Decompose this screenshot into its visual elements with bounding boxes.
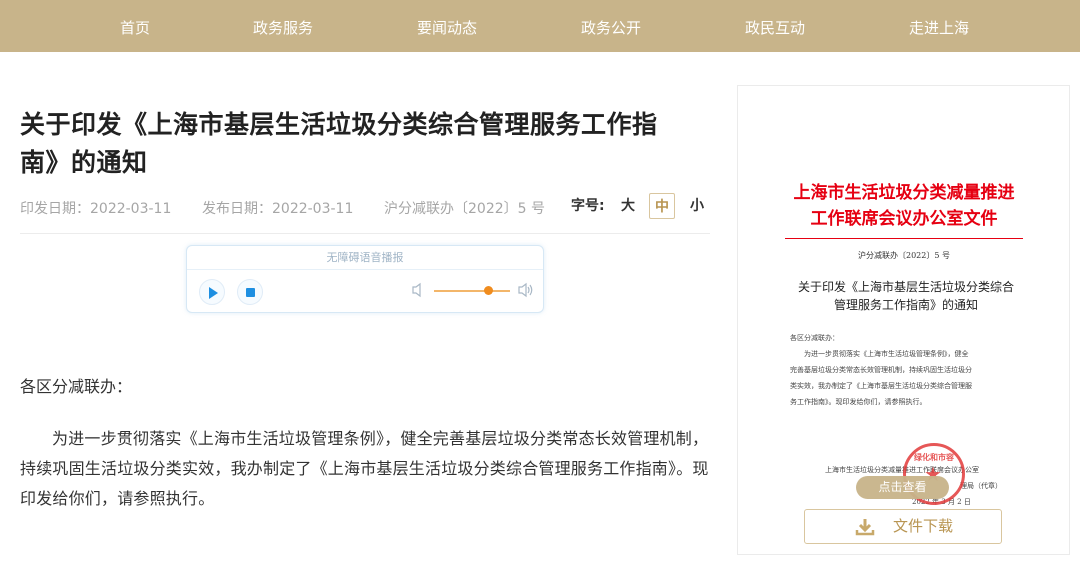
font-size-label: 字号: bbox=[571, 198, 605, 214]
publish-date: 发布日期：2022-03-11 bbox=[202, 201, 354, 217]
view-document-button[interactable]: 点击查看 bbox=[856, 476, 949, 499]
page-title-line2: 南》的通知 bbox=[20, 148, 148, 177]
nav-item-news[interactable]: 要闻动态 bbox=[407, 0, 487, 52]
stop-icon bbox=[246, 288, 255, 297]
audio-player: 无障碍语音播报 bbox=[186, 245, 544, 313]
top-nav: 首页 政务服务 要闻动态 政务公开 政民互动 走进上海 bbox=[0, 0, 1080, 52]
nav-item-about-shanghai[interactable]: 走进上海 bbox=[899, 0, 979, 52]
page-title: 关于印发《上海市基层生活垃圾分类综合管理服务工作指 南》的通知 bbox=[20, 106, 700, 182]
doc-preview-body-line: 务工作指南》。现印发给你们，请参照执行。 bbox=[790, 398, 927, 406]
article-paragraph: 为进一步贯彻落实《上海市生活垃圾管理条例》，健全完善基层垃圾分类常态长效管理机制… bbox=[20, 429, 709, 508]
nav-item-interaction[interactable]: 政民互动 bbox=[735, 0, 815, 52]
doc-preview-salutation: 各区分减联办： bbox=[790, 334, 839, 342]
nav-item-gov-disclosure[interactable]: 政务公开 bbox=[571, 0, 651, 52]
file-download-label: 文件下载 bbox=[893, 517, 954, 535]
doc-preview-signature-line2: 理局（代章） bbox=[960, 482, 1002, 490]
doc-preview-title: 关于印发《上海市基层生活垃圾分类综合 管理服务工作指南》的通知 bbox=[780, 278, 1032, 314]
audio-player-title: 无障碍语音播报 bbox=[187, 246, 543, 270]
doc-preview-body-line: 为进一步贯彻落实《上海市生活垃圾管理条例》，健全 bbox=[804, 350, 969, 358]
font-size-large-button[interactable]: 大 bbox=[615, 193, 641, 219]
doc-preview-title-line1: 关于印发《上海市基层生活垃圾分类综合 bbox=[797, 280, 1014, 294]
font-size-medium-button[interactable]: 中 bbox=[649, 193, 675, 219]
volume-up-icon[interactable] bbox=[517, 282, 535, 298]
volume-slider-track[interactable] bbox=[434, 290, 510, 292]
play-icon bbox=[209, 287, 218, 299]
meta-divider bbox=[20, 233, 710, 234]
page-title-line1: 关于印发《上海市基层生活垃圾分类综合管理服务工作指 bbox=[20, 110, 658, 139]
volume-mute-icon[interactable] bbox=[411, 282, 425, 298]
font-size-small-button[interactable]: 小 bbox=[684, 193, 710, 219]
issue-date: 印发日期：2022-03-11 bbox=[20, 201, 172, 217]
doc-header-line1: 上海市生活垃圾分类减量推进 bbox=[793, 183, 1015, 203]
play-button[interactable] bbox=[199, 279, 225, 305]
doc-red-header: 上海市生活垃圾分类减量推进 工作联席会议办公室文件 bbox=[770, 180, 1038, 232]
salutation: 各区分减联办： bbox=[20, 377, 133, 396]
doc-preview-body-line: 完善基层垃圾分类常态长效管理机制，持续巩固生活垃圾分 bbox=[790, 366, 972, 374]
file-download-button[interactable]: 文件下载 bbox=[804, 509, 1002, 544]
nav-item-gov-services[interactable]: 政务服务 bbox=[243, 0, 323, 52]
doc-red-line bbox=[785, 238, 1023, 239]
doc-preview-title-line2: 管理服务工作指南》的通知 bbox=[833, 298, 978, 312]
doc-preview-body-line: 类实效，我办制定了《上海市基层生活垃圾分类综合管理服 bbox=[790, 382, 972, 390]
download-icon bbox=[855, 519, 875, 536]
doc-preview-number: 沪分减联办〔2022〕5 号 bbox=[858, 251, 950, 260]
nav-item-home[interactable]: 首页 bbox=[95, 0, 175, 52]
stop-button[interactable] bbox=[237, 279, 263, 305]
doc-header-line2: 工作联席会议办公室文件 bbox=[810, 209, 998, 229]
document-number: 沪分减联办〔2022〕5 号 bbox=[384, 201, 545, 217]
volume-slider-handle[interactable] bbox=[484, 286, 493, 295]
